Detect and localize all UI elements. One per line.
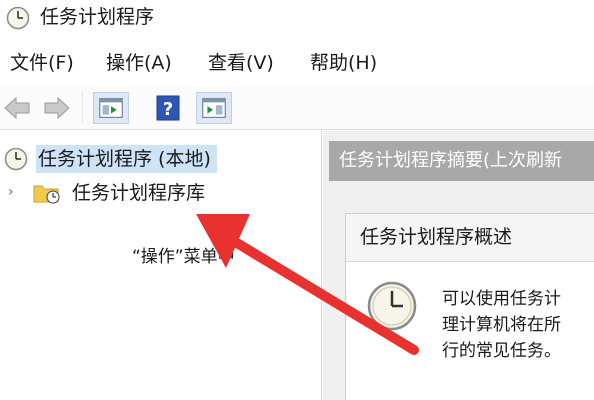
forward-arrow-icon[interactable] [40,92,72,124]
window-title: 任务计划程序 [40,6,155,28]
tree-child-label: 任务计划程序库 [72,182,206,204]
clock-icon [367,281,417,331]
help-icon[interactable]: ? [154,92,182,124]
menu-help[interactable]: 帮助(H) [310,50,377,76]
toolbar-separator [82,92,83,122]
folder-clock-icon [33,185,60,204]
svg-text:?: ? [163,99,173,120]
tree-item-task-scheduler-library[interactable]: › 任务计划程序库 [0,178,322,208]
overview-line: 可以使用任务计 [442,289,561,309]
overview-line: “操作”菜单中 [132,247,235,267]
toolbar: ? [0,86,594,130]
menu-action[interactable]: 操作(A) [106,50,172,76]
overview-line: 理计算机将在所 [442,315,561,335]
expand-chevron-icon[interactable]: › [8,182,14,202]
back-arrow-icon[interactable] [2,92,32,124]
title-bar: 任务计划程序 [0,0,594,36]
overview-section: 任务计划程序概述 可以使用任务计 理计算机将在所 行的常见任务。 [345,213,594,400]
summary-header: 任务计划程序摘要(上次刷新 [329,141,594,181]
summary-header-text: 任务计划程序摘要(上次刷新 [339,150,563,171]
tree-item-task-scheduler-local[interactable]: 任务计划程序 (本地) [0,144,322,174]
overview-title: 任务计划程序概述 [360,226,513,248]
menu-view[interactable]: 查看(V) [208,50,274,76]
menu-file[interactable]: 文件(F) [10,50,74,76]
menu-bar: 文件(F) 操作(A) 查看(V) 帮助(H) [0,46,594,80]
tree-root-label: 任务计划程序 (本地) [36,145,217,173]
details-pane: 任务计划程序摘要(上次刷新 任务计划程序概述 可以使用任务计 理计算机将在所 行… [323,131,594,400]
clock-icon [4,147,28,171]
overview-line: 行的常见任务。 [442,341,561,361]
overview-title-bar[interactable]: 任务计划程序概述 [346,214,594,262]
clock-icon [6,6,30,30]
show-hide-console-tree-icon[interactable] [93,92,129,124]
show-hide-action-pane-icon[interactable] [196,92,232,124]
overview-description: 可以使用任务计 理计算机将在所 行的常见任务。 [442,286,594,364]
